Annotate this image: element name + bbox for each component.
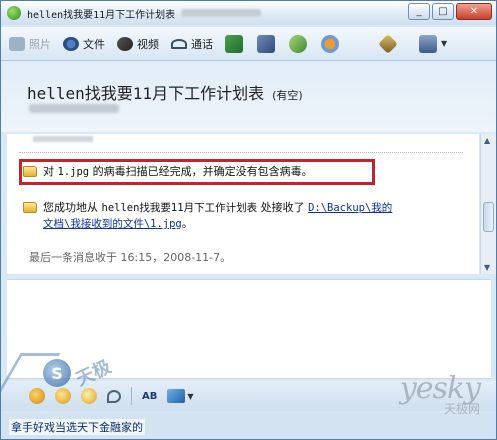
contact-name-text: hellen找我要11月下工作计划表 (27, 84, 265, 103)
background-icon[interactable] (167, 389, 186, 403)
file-icon (63, 36, 79, 51)
chat-window: hellen找我要11月下工作计划表 _ □ ✕ 照片 文件 视频 通话 ▼ h… (0, 0, 497, 440)
file-received-text: 您成功地从 hellen找我要11月下工作计划表 处接收了 D:\Backup\… (43, 201, 393, 230)
photo-icon (9, 36, 25, 51)
messenger-buddy-icon (7, 6, 21, 20)
contact-header: hellen找我要11月下工作计划表 (有空) (1, 62, 496, 132)
video-icon (117, 36, 133, 51)
maximize-button[interactable]: □ (432, 3, 454, 20)
message-input[interactable] (7, 279, 491, 379)
ad-link[interactable]: 拿手好戏当选天下金融家的 (9, 419, 145, 435)
file-path-link-continued[interactable]: 文档\我接收到的文件\1.jpg (43, 218, 182, 230)
ad-strip: 拿手好戏当选天下金融家的 (1, 413, 496, 439)
share-folder-icon[interactable] (257, 34, 275, 53)
scroll-down-icon[interactable]: ▼ (484, 263, 490, 272)
activities-icon[interactable] (289, 34, 307, 53)
background-chevron-down-icon[interactable]: ▼ (187, 392, 193, 401)
toolbar-photo-label: 照片 (29, 37, 51, 51)
voice-clip-icon[interactable] (107, 389, 121, 403)
title-redacted-email (181, 9, 262, 17)
brush-icon[interactable] (378, 33, 398, 54)
contact-name: hellen找我要11月下工作计划表 (有空) (27, 80, 303, 104)
toolbar-file-label: 文件 (83, 37, 105, 51)
redacted-text (33, 136, 93, 142)
menu-icon[interactable] (419, 34, 437, 53)
wink-icon[interactable] (55, 388, 71, 404)
conversation-scrollbar[interactable]: ▲ ▼ (480, 134, 496, 274)
scroll-up-icon[interactable]: ▲ (484, 136, 490, 145)
formatting-toolbar: AB ▼ (1, 381, 496, 411)
call-icon (171, 38, 187, 49)
file-path-link[interactable]: D:\Backup\我的 (308, 202, 392, 214)
window-title: hellen找我要11月下工作计划表 (27, 9, 176, 21)
toolbar-video-label: 视频 (137, 37, 159, 51)
minimize-button[interactable]: _ (408, 3, 430, 20)
divider (19, 152, 463, 153)
games-icon[interactable] (225, 34, 243, 53)
contact-redacted-email (29, 104, 119, 113)
toolbar-call-button[interactable]: 通话 (171, 36, 213, 52)
close-button[interactable]: ✕ (456, 3, 492, 20)
font-button[interactable]: AB (142, 391, 157, 402)
block-contact-icon[interactable] (321, 34, 339, 53)
folder-icon (23, 202, 37, 213)
nudge-icon[interactable] (81, 388, 97, 404)
top-toolbar: 照片 文件 视频 通话 ▼ (1, 27, 496, 61)
toolbar-separator (131, 387, 132, 405)
file-received-message: 您成功地从 hellen找我要11月下工作计划表 处接收了 D:\Backup\… (23, 200, 392, 232)
scroll-thumb[interactable] (483, 202, 494, 232)
title-bar[interactable]: hellen找我要11月下工作计划表 _ □ ✕ (1, 1, 496, 25)
toolbar-photo-button[interactable]: 照片 (9, 36, 51, 52)
emoticon-icon[interactable] (29, 388, 45, 404)
window-controls: _ □ ✕ (408, 3, 492, 20)
toolbar-call-label: 通话 (191, 37, 213, 51)
toolbar-file-button[interactable]: 文件 (63, 36, 105, 52)
last-message-timestamp: 最后一条消息收于 16:15，2008-11-7。 (29, 251, 232, 264)
menu-chevron-down-icon[interactable]: ▼ (441, 39, 447, 48)
contact-status: (有空) (272, 89, 303, 102)
toolbar-video-button[interactable]: 视频 (117, 36, 159, 52)
highlight-annotation-box (19, 159, 375, 185)
